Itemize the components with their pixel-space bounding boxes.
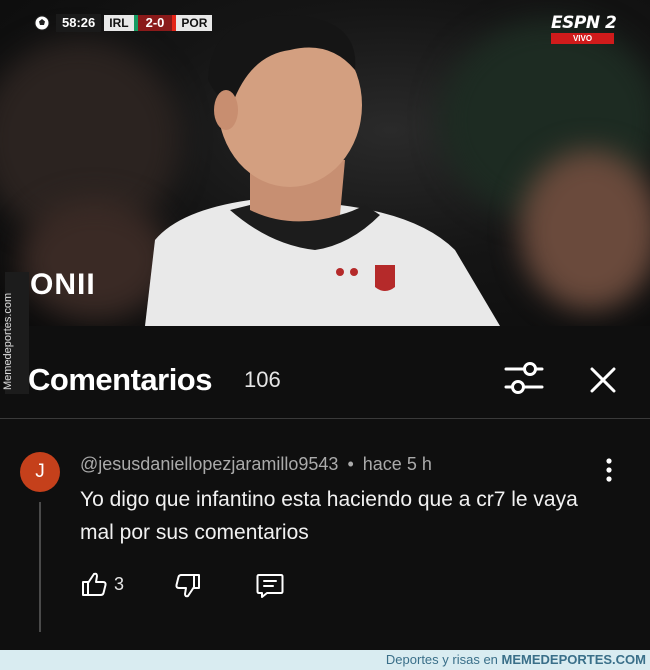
thumb-up-icon — [82, 572, 107, 596]
thread-line — [39, 502, 41, 632]
home-team: IRL — [104, 15, 134, 31]
thumb-down-icon — [175, 574, 200, 598]
match-score: 2-0 — [137, 15, 173, 31]
more-vert-icon — [606, 458, 612, 482]
comment-text: Yo digo que infantino esta haciendo que … — [80, 488, 578, 544]
comment-meta: @jesusdaniellopezjaramillo9543 • hace 5 … — [80, 454, 432, 475]
meta-separator: • — [347, 454, 354, 474]
scorebug: 58:26 IRL 2-0 POR — [34, 14, 213, 32]
filter-button[interactable] — [502, 359, 546, 397]
broadcaster-badge: ESPN 2 VIVO — [551, 13, 617, 44]
player-image — [145, 15, 500, 326]
overlay-logo: ONII — [30, 268, 96, 301]
video-player[interactable]: 58:26 IRL 2-0 POR ESPN 2 VIVO ONII — [0, 0, 650, 326]
comment-time: hace 5 h — [362, 454, 432, 474]
match-time: 58:26 — [56, 14, 102, 32]
live-badge: VIVO — [551, 33, 614, 44]
footer-brand[interactable]: MEMEDEPORTES.COM — [502, 652, 646, 667]
reply-icon — [256, 574, 284, 598]
avatar[interactable]: J — [20, 452, 60, 492]
more-options-button[interactable] — [598, 456, 620, 484]
soccer-ball-icon — [34, 15, 50, 31]
espn-logo: ESPN 2 — [551, 13, 617, 33]
like-button[interactable] — [80, 570, 108, 598]
footer-text: Deportes y risas en MEMEDEPORTES.COM — [386, 652, 646, 667]
reply-button[interactable] — [255, 570, 285, 600]
comments-title: Comentarios — [28, 362, 212, 397]
sliders-icon — [504, 362, 544, 394]
comments-count: 106 — [244, 367, 281, 392]
dislike-button[interactable] — [174, 572, 202, 600]
footer-tagline: Deportes y risas en — [385, 652, 498, 667]
close-icon — [590, 367, 616, 393]
close-button[interactable] — [584, 361, 622, 399]
comments-header: Comentarios 106 — [0, 326, 650, 419]
away-team: POR — [176, 15, 213, 31]
crowd-person-blur — [520, 150, 650, 310]
footer-bar: Deportes y risas en MEMEDEPORTES.COM — [0, 650, 650, 670]
like-count: 3 — [114, 574, 125, 594]
comment-author[interactable]: @jesusdaniellopezjaramillo9543 — [80, 454, 338, 474]
